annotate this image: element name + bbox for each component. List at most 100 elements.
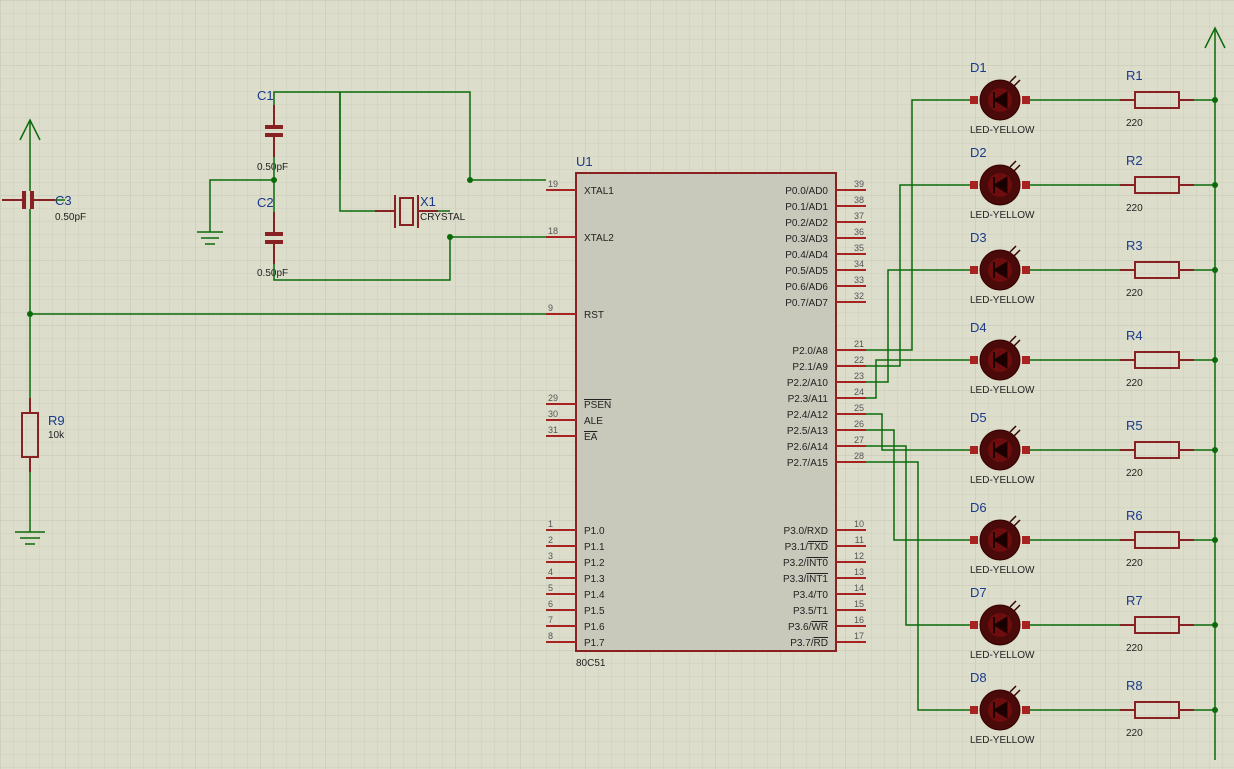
svg-text:30: 30 [548,409,558,419]
svg-text:P1.1: P1.1 [584,542,605,553]
svg-text:220: 220 [1126,558,1143,569]
svg-text:14: 14 [854,583,864,593]
svg-text:12: 12 [854,551,864,561]
svg-text:R5: R5 [1126,418,1143,433]
svg-text:P3.6/WR: P3.6/WR [788,622,828,633]
svg-text:9: 9 [548,303,553,313]
svg-text:P1.7: P1.7 [584,638,605,649]
svg-text:24: 24 [854,387,864,397]
svg-text:220: 220 [1126,728,1143,739]
svg-text:220: 220 [1126,288,1143,299]
svg-text:21: 21 [854,339,864,349]
svg-text:7: 7 [548,615,553,625]
svg-text:P2.4/A12: P2.4/A12 [787,410,829,421]
svg-text:38: 38 [854,195,864,205]
svg-text:2: 2 [548,535,553,545]
svg-text:27: 27 [854,435,864,445]
svg-text:P0.1/AD1: P0.1/AD1 [785,202,828,213]
svg-text:18: 18 [548,226,558,236]
svg-text:P0.4/AD4: P0.4/AD4 [785,250,828,261]
svg-text:37: 37 [854,211,864,221]
svg-text:P2.0/A8: P2.0/A8 [792,346,828,357]
svg-text:P3.4/T0: P3.4/T0 [793,590,828,601]
svg-text:CRYSTAL: CRYSTAL [420,212,466,223]
svg-text:16: 16 [854,615,864,625]
svg-text:220: 220 [1126,643,1143,654]
svg-text:D2: D2 [970,145,987,160]
svg-text:28: 28 [854,451,864,461]
svg-text:P3.2/INT0: P3.2/INT0 [783,558,828,569]
svg-text:P0.3/AD3: P0.3/AD3 [785,234,828,245]
svg-text:P2.3/A11: P2.3/A11 [788,394,829,405]
svg-text:19: 19 [548,179,558,189]
svg-text:P0.5/AD5: P0.5/AD5 [785,266,828,277]
svg-text:0.50pF: 0.50pF [55,212,86,223]
svg-text:P3.7/RD: P3.7/RD [790,638,828,649]
svg-text:22: 22 [854,355,864,365]
svg-text:P1.2: P1.2 [584,558,605,569]
svg-text:LED-YELLOW: LED-YELLOW [970,735,1035,746]
svg-text:C1: C1 [257,88,274,103]
svg-text:LED-YELLOW: LED-YELLOW [970,385,1035,396]
svg-text:8: 8 [548,631,553,641]
svg-text:D6: D6 [970,500,987,515]
svg-text:13: 13 [854,567,864,577]
svg-text:C2: C2 [257,195,274,210]
svg-text:5: 5 [548,583,553,593]
svg-text:29: 29 [548,393,558,403]
svg-text:D3: D3 [970,230,987,245]
svg-text:P2.1/A9: P2.1/A9 [792,362,828,373]
svg-text:220: 220 [1126,378,1143,389]
svg-text:R4: R4 [1126,328,1143,343]
svg-text:D4: D4 [970,320,987,335]
svg-text:R2: R2 [1126,153,1143,168]
svg-text:PSEN: PSEN [584,400,611,411]
svg-text:36: 36 [854,227,864,237]
svg-text:P3.5/T1: P3.5/T1 [793,606,828,617]
svg-text:31: 31 [548,425,558,435]
svg-text:0.50pF: 0.50pF [257,268,288,279]
svg-text:P1.5: P1.5 [584,606,605,617]
svg-text:P1.0: P1.0 [584,526,605,537]
svg-text:R8: R8 [1126,678,1143,693]
svg-text:X1: X1 [420,194,436,209]
svg-text:LED-YELLOW: LED-YELLOW [970,475,1035,486]
svg-text:XTAL2: XTAL2 [584,233,614,244]
svg-text:P1.6: P1.6 [584,622,605,633]
svg-text:P0.7/AD7: P0.7/AD7 [785,298,828,309]
svg-text:R1: R1 [1126,68,1143,83]
svg-text:34: 34 [854,259,864,269]
svg-text:LED-YELLOW: LED-YELLOW [970,565,1035,576]
svg-text:P2.5/A13: P2.5/A13 [787,426,829,437]
svg-text:10k: 10k [48,430,65,441]
svg-text:R9: R9 [48,413,65,428]
svg-text:XTAL1: XTAL1 [584,186,614,197]
u1-part: 80C51 [576,658,606,669]
svg-text:EA: EA [584,432,598,443]
svg-text:LED-YELLOW: LED-YELLOW [970,125,1035,136]
svg-text:ALE: ALE [584,416,603,427]
schematic-canvas[interactable]: U1 80C51 19XTAL118XTAL29RST 29PSEN30ALE3… [0,0,1234,769]
svg-text:R6: R6 [1126,508,1143,523]
svg-text:RST: RST [584,310,604,321]
svg-text:LED-YELLOW: LED-YELLOW [970,210,1035,221]
svg-text:39: 39 [854,179,864,189]
svg-text:10: 10 [854,519,864,529]
svg-text:26: 26 [854,419,864,429]
svg-text:15: 15 [854,599,864,609]
svg-text:D5: D5 [970,410,987,425]
svg-text:33: 33 [854,275,864,285]
svg-text:P1.3: P1.3 [584,574,605,585]
ic-u1[interactable]: U1 80C51 19XTAL118XTAL29RST 29PSEN30ALE3… [546,154,866,669]
svg-text:17: 17 [854,631,864,641]
svg-text:LED-YELLOW: LED-YELLOW [970,295,1035,306]
svg-text:P3.1/TXD: P3.1/TXD [785,542,828,553]
svg-text:220: 220 [1126,468,1143,479]
svg-text:P0.0/AD0: P0.0/AD0 [785,186,828,197]
svg-text:P3.3/INT1: P3.3/INT1 [783,574,828,585]
svg-text:3: 3 [548,551,553,561]
svg-text:P2.7/A15: P2.7/A15 [787,458,829,469]
svg-text:P2.6/A14: P2.6/A14 [787,442,829,453]
svg-text:35: 35 [854,243,864,253]
svg-text:6: 6 [548,599,553,609]
